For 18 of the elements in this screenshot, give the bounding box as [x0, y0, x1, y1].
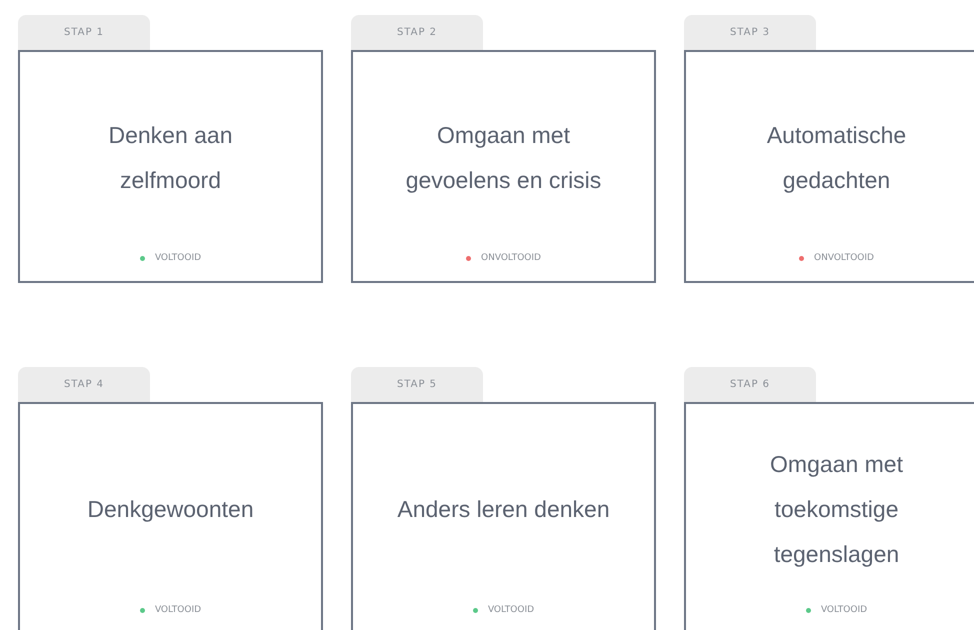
step-title: Automatische gedachten [766, 120, 908, 195]
step-card[interactable]: Automatische gedachten ONVOLTOOID [684, 50, 974, 283]
status-label: VOLTOOID [820, 605, 868, 615]
step-title: Omgaan met gevoelens en crisis [404, 120, 602, 195]
step-title: Denkgewoonten [87, 495, 254, 524]
step-card[interactable]: Omgaan met gevoelens en crisis ONVOLTOOID [351, 50, 656, 283]
step-card[interactable]: Denkgewoonten VOLTOOID [18, 402, 323, 630]
step-card[interactable]: Anders leren denken VOLTOOID [351, 402, 656, 630]
step-card[interactable]: Denken aan zelfmoord VOLTOOID [18, 50, 323, 283]
step-card[interactable]: Omgaan met toekomstige tegenslagen VOLTOOID [684, 402, 974, 630]
status-label: VOLTOOID [488, 605, 534, 615]
step-title: Anders leren denken [397, 495, 610, 524]
step-title: Omgaan met toekomstige tegenslagen [769, 450, 904, 569]
step-title: Denken aan zelfmoord [107, 120, 234, 194]
status-label: VOLTOOID [154, 605, 202, 615]
status-label: ONVOLTOOID [814, 253, 874, 263]
status-label: VOLTOOID [154, 253, 202, 263]
status-label: ONVOLTOOID [481, 253, 541, 263]
